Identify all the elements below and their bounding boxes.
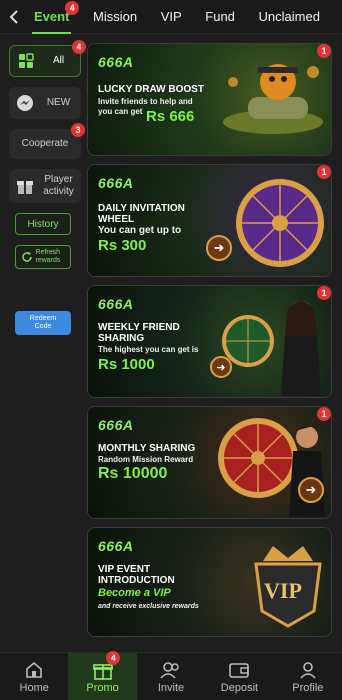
card-amount: Rs 666	[146, 108, 195, 125]
history-button[interactable]: History	[15, 213, 71, 235]
brand-logo: 666A	[98, 296, 134, 312]
nav-promo[interactable]: Promo 4	[68, 651, 137, 700]
nav-promo-label: Promo	[86, 681, 119, 694]
prize-wheel-art	[236, 179, 324, 267]
tab-unclaimed-label: Unclaimed	[258, 9, 320, 24]
brand-logo: 666A	[98, 417, 134, 433]
tab-event-badge: 4	[65, 0, 80, 15]
card-title: DAILY INVITATION WHEEL	[98, 203, 185, 225]
top-tab-bar: Event 4 Mission VIP Fund Unclaimed	[0, 0, 342, 34]
brand-logo: 666A	[98, 175, 134, 191]
sidebar-item-all-label: All	[52, 55, 65, 66]
sidebar-item-cooperate-label: Cooperate	[21, 138, 69, 149]
card-title: MONTHLY SHARING	[98, 443, 196, 454]
card-amount: Rs 300	[98, 237, 147, 254]
card-subtitle-2: and receive exclusive rewards	[98, 603, 199, 610]
nav-deposit[interactable]: Deposit	[205, 653, 273, 700]
refresh-rewards-label: Refresh rewards	[35, 249, 61, 264]
card-title: LUCKY DRAW BOOST	[98, 84, 204, 95]
vip-emblem-text: VIP	[264, 578, 302, 603]
wheel-go-button[interactable]: ➜	[206, 235, 232, 261]
tab-fund-label: Fund	[205, 9, 235, 24]
brand-logo: 666A	[98, 54, 134, 70]
sidebar-item-all[interactable]: All 4	[9, 40, 86, 77]
card-amount: Rs 10000	[98, 465, 168, 482]
event-card-monthly-sharing[interactable]: ➜ 666A MONTHLY SHARING Random Mission Re…	[87, 406, 332, 519]
nav-deposit-label: Deposit	[220, 681, 259, 694]
tab-fund[interactable]: Fund	[199, 0, 241, 34]
home-icon	[26, 661, 43, 678]
arrow-right-icon: ➜	[213, 240, 225, 255]
chevron-left-icon	[9, 9, 18, 24]
gift-box-icon	[14, 175, 36, 197]
card-badge: 1	[317, 44, 331, 58]
host-character-art	[281, 301, 321, 396]
card-subtitle: Random Mission Reward	[98, 455, 194, 464]
redeem-code-label: Redeem Code	[29, 315, 57, 330]
person-icon	[300, 661, 316, 679]
tab-unclaimed[interactable]: Unclaimed	[253, 0, 326, 34]
card-subtitle: The highest you can get is	[98, 345, 199, 354]
sidebar-item-player-activity-label: Player activity	[43, 174, 74, 197]
nav-profile[interactable]: Profile	[274, 653, 342, 700]
sidebar-item-new-label: NEW	[46, 97, 71, 108]
arrow-right-icon: ➜	[216, 361, 226, 374]
event-card-weekly-sharing[interactable]: ➜ 666A WEEKLY FRIEND SHARING The highest…	[87, 285, 332, 398]
sidebar-cooperate-badge: 3	[71, 123, 85, 137]
card-badge: 1	[317, 286, 331, 300]
tab-vip[interactable]: VIP	[155, 0, 188, 34]
refresh-rewards-button[interactable]: Refresh rewards	[15, 245, 71, 269]
tab-event-label: Event	[34, 9, 70, 24]
tab-mission[interactable]: Mission	[87, 0, 143, 34]
nav-invite[interactable]: Invite	[137, 653, 205, 700]
card-title: VIP EVENT INTRODUCTION	[98, 564, 175, 586]
sidebar-item-new[interactable]: NEW	[9, 87, 81, 119]
nav-home[interactable]: Home	[0, 653, 68, 700]
refresh-icon	[21, 252, 32, 262]
grid-icon	[15, 50, 37, 72]
nav-invite-label: Invite	[157, 681, 185, 694]
tab-vip-label: VIP	[160, 9, 182, 24]
card-badge: 1	[317, 165, 331, 179]
event-card-daily-wheel[interactable]: ➜ 666A DAILY INVITATION WHEEL You can ge…	[87, 164, 332, 277]
tab-mission-label: Mission	[93, 9, 138, 24]
category-sidebar: All 4 NEW Cooperate 3 Player activity Hi…	[0, 35, 86, 652]
card-title: WEEKLY FRIEND SHARING	[98, 322, 180, 344]
arrow-right-icon: ➜	[305, 482, 317, 497]
event-card-lucky-draw[interactable]: 666A LUCKY DRAW BOOST Invite friends to …	[87, 43, 332, 156]
history-label: History	[27, 218, 59, 230]
tab-list: Event 4 Mission VIP Fund Unclaimed	[28, 0, 342, 34]
tab-event[interactable]: Event 4	[28, 0, 80, 34]
sidebar-all-badge: 4	[72, 40, 86, 54]
card-badge: 1	[317, 407, 331, 421]
card-subtitle: You can get up to	[98, 225, 182, 236]
card-subtitle: Become a VIP	[98, 587, 171, 599]
sidebar-item-player-activity[interactable]: Player activity	[9, 169, 81, 203]
card-amount: Rs 1000	[98, 356, 155, 373]
wallet-icon	[229, 662, 250, 678]
event-card-vip[interactable]: VIP 666A VIP EVENT INTRODUCTION Become a…	[87, 527, 332, 637]
redeem-code-button[interactable]: Redeem Code	[15, 311, 71, 335]
share-go-button[interactable]: ➜	[210, 356, 232, 378]
sidebar-item-cooperate[interactable]: Cooperate 3	[9, 123, 85, 159]
nav-home-label: Home	[19, 681, 49, 694]
plane-character-art	[223, 64, 323, 134]
bottom-navigation: Home Promo 4 Invite Deposit Profile	[0, 651, 342, 700]
monthly-go-button[interactable]: ➜	[298, 477, 324, 503]
brand-logo: 666A	[98, 538, 134, 554]
nav-profile-label: Profile	[292, 681, 324, 694]
people-icon	[160, 661, 179, 679]
back-button[interactable]	[0, 0, 28, 34]
nav-promo-badge: 4	[106, 651, 121, 665]
messenger-icon	[14, 92, 36, 114]
